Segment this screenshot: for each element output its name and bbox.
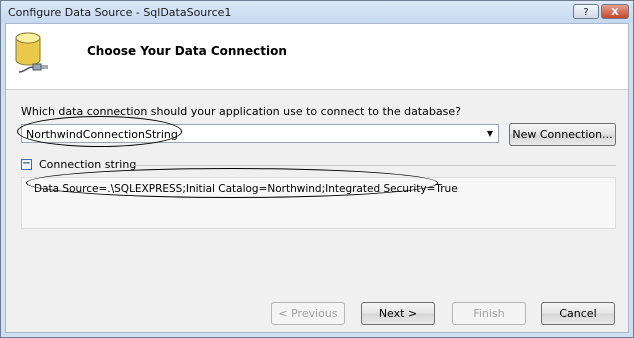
window-title: Configure Data Source - SqlDataSource1 xyxy=(8,6,232,19)
connection-dropdown-value: NorthwindConnectionString xyxy=(26,128,178,141)
connection-string-value: Data Source=.\SQLEXPRESS;Initial Catalog… xyxy=(34,183,458,195)
connection-question-label: Which data connection should your applic… xyxy=(21,105,461,118)
cancel-button[interactable]: Cancel xyxy=(541,302,615,325)
database-connection-icon xyxy=(15,32,48,73)
connection-dropdown[interactable]: NorthwindConnectionString ▼ xyxy=(21,124,499,143)
finish-button[interactable]: Finish xyxy=(452,302,526,325)
connection-string-label: Connection string xyxy=(39,158,137,171)
help-button[interactable]: ? xyxy=(573,4,599,19)
next-button[interactable]: Next > xyxy=(361,302,435,325)
title-bar[interactable]: Configure Data Source - SqlDataSource1 ?… xyxy=(1,1,633,23)
collapse-icon[interactable]: − xyxy=(21,159,32,170)
close-button[interactable]: X xyxy=(601,4,629,19)
wizard-header: Choose Your Data Connection xyxy=(6,24,628,90)
configure-data-source-dialog: Configure Data Source - SqlDataSource1 ?… xyxy=(0,0,634,338)
chevron-down-icon[interactable]: ▼ xyxy=(482,125,498,142)
previous-button[interactable]: < Previous xyxy=(271,302,345,325)
section-divider xyxy=(132,165,616,166)
dialog-body: Choose Your Data Connection Which data c… xyxy=(5,23,629,333)
new-connection-button[interactable]: New Connection... xyxy=(509,123,616,146)
page-title: Choose Your Data Connection xyxy=(87,44,287,58)
